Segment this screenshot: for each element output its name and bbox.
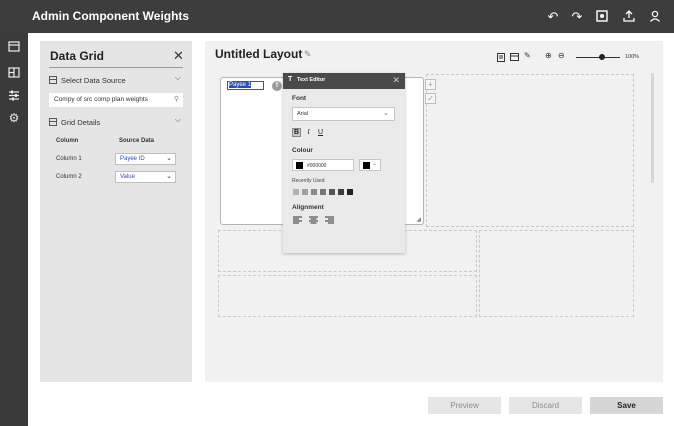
discard-button[interactable]: Discard [509, 397, 582, 414]
colour-value: #000000 [307, 163, 327, 169]
column-header: Column [56, 138, 79, 144]
colour-swatch [296, 162, 303, 169]
cell-label-text: Payee 1 [229, 82, 252, 88]
column-2-source-select[interactable]: Value ⌄ [115, 171, 176, 183]
zoom-in-icon[interactable]: ⊕ [545, 51, 552, 60]
preview-icon[interactable] [595, 9, 609, 23]
layout-zone[interactable] [426, 74, 634, 227]
recent-colour-swatch[interactable] [293, 189, 299, 195]
add-icon[interactable]: + [425, 79, 436, 90]
data-source-input[interactable]: Compy of src comp plan weights ⚲ [49, 93, 183, 107]
cell-label-input[interactable]: Payee 1 [227, 81, 264, 90]
text-editor-popup: T Text Editor ✕ Font Arial ⌄ B I U Colou… [283, 73, 405, 253]
close-icon[interactable]: ✕ [392, 75, 400, 86]
zoom-level: 100% [625, 54, 640, 60]
text-editor-title: Text Editor [297, 77, 326, 83]
section-label: Select Data Source [61, 75, 126, 85]
table-icon [49, 76, 57, 84]
section-label: Grid Details [61, 117, 101, 127]
recent-colour-swatch[interactable] [329, 189, 335, 195]
layout-title: Untitled Layout [215, 47, 303, 61]
chevron-down-icon: ⌄ [371, 161, 377, 167]
text-editor-header[interactable]: T Text Editor ✕ [283, 73, 405, 89]
check-icon[interactable]: ✓ [425, 93, 436, 104]
bold-button[interactable]: B [292, 128, 301, 137]
font-value: Arial [297, 111, 309, 117]
text-icon: T [288, 76, 293, 83]
left-rail: ⚙ [0, 33, 28, 426]
font-select[interactable]: Arial ⌄ [292, 107, 395, 121]
recent-colour-swatch[interactable] [347, 189, 353, 195]
search-icon[interactable]: ⚲ [174, 95, 179, 103]
chevron-down-icon[interactable]: ⌵ [175, 115, 181, 125]
align-center-icon[interactable] [309, 216, 318, 226]
align-left-icon[interactable] [293, 216, 302, 226]
table-icon [49, 118, 57, 126]
chevron-down-icon: ⌄ [166, 155, 172, 162]
zoom-slider[interactable] [576, 57, 620, 58]
data-grid-panel: Data Grid ✕ Select Data Source ⌵ Compy o… [40, 41, 192, 382]
close-icon[interactable]: ✕ [173, 48, 184, 64]
recent-colour-swatch[interactable] [302, 189, 308, 195]
colour-picker-button[interactable]: ⌄ [359, 159, 381, 171]
pen-icon[interactable]: ✎ [524, 51, 531, 60]
text-format-icon[interactable]: T [272, 81, 282, 91]
layout-canvas: Untitled Layout ✎ ✎ ⊕ ⊖ 100% Payee 1 T ◢… [205, 41, 663, 382]
edit-title-icon[interactable]: ✎ [304, 49, 312, 60]
italic-button[interactable]: I [304, 128, 313, 137]
recent-colour-swatch[interactable] [338, 189, 344, 195]
chevron-down-icon: ⌄ [383, 110, 389, 117]
layout-zone[interactable] [479, 230, 634, 317]
colour-input[interactable]: #000000 [292, 159, 354, 171]
underline-button[interactable]: U [316, 128, 325, 137]
grid-details-section[interactable]: Grid Details ⌵ [49, 115, 183, 129]
select-value: Payee ID [120, 156, 145, 162]
colour-swatch [363, 162, 370, 169]
select-value: Value [120, 174, 135, 180]
redo-icon[interactable]: ↷ [570, 9, 584, 23]
zoom-slider-handle[interactable] [599, 54, 606, 60]
recent-colour-swatch[interactable] [311, 189, 317, 195]
data-source-value: Compy of src comp plan weights [54, 96, 148, 103]
chevron-down-icon: ⌄ [166, 173, 172, 180]
zoom-out-icon[interactable]: ⊖ [558, 51, 565, 60]
grid-icon[interactable] [510, 53, 519, 63]
upload-icon[interactable] [622, 9, 636, 23]
preview-button[interactable]: Preview [428, 397, 501, 414]
page-icon[interactable] [497, 53, 505, 64]
source-data-header: Source Data [119, 138, 155, 144]
recently-used-label: Recently Used [292, 178, 325, 184]
column-2-label: Column 2 [56, 174, 82, 180]
resize-handle-icon[interactable]: ◢ [416, 216, 421, 223]
alignment-label: Alignment [292, 204, 324, 211]
undo-icon[interactable]: ↶ [546, 9, 560, 23]
chevron-down-icon[interactable]: ⌵ [175, 73, 181, 83]
font-label: Font [292, 95, 307, 102]
column-1-source-select[interactable]: Payee ID ⌄ [115, 153, 176, 165]
layout-icon[interactable] [7, 39, 21, 53]
save-button[interactable]: Save [590, 397, 663, 414]
align-right-icon[interactable] [325, 216, 334, 226]
sliders-icon[interactable] [7, 88, 21, 102]
components-icon[interactable] [7, 65, 21, 79]
panel-title: Data Grid [50, 49, 105, 63]
settings-icon[interactable]: ⚙ [7, 111, 21, 125]
vertical-scrollbar[interactable] [651, 73, 654, 183]
colour-label: Colour [292, 147, 313, 154]
select-data-source-section[interactable]: Select Data Source ⌵ [49, 73, 183, 87]
layout-zone[interactable] [218, 275, 477, 317]
column-1-label: Column 1 [56, 156, 82, 162]
divider [49, 67, 183, 68]
app-title: Admin Component Weights [32, 9, 190, 23]
top-bar: Admin Component Weights ↶ ↷ [0, 0, 674, 33]
recent-colour-swatch[interactable] [320, 189, 326, 195]
user-icon[interactable] [648, 9, 662, 23]
